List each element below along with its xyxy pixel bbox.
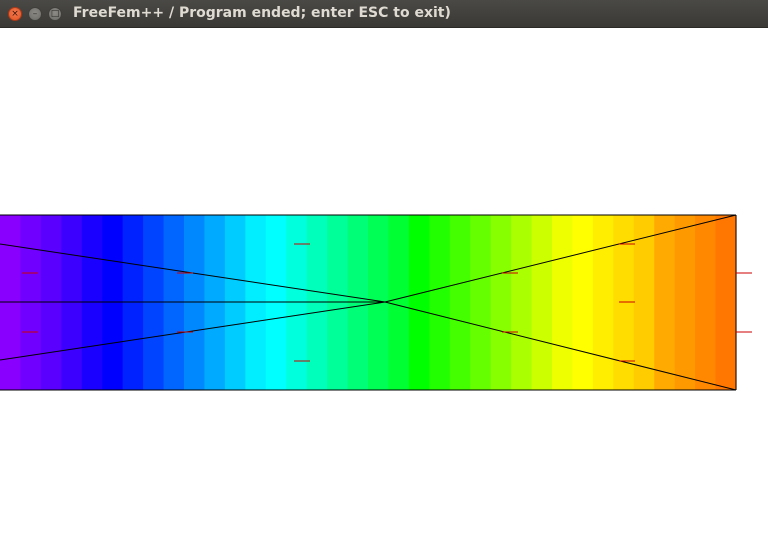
- color-band: [633, 215, 655, 390]
- color-band: [388, 215, 410, 390]
- color-band: [429, 215, 451, 390]
- minimize-glyph: –: [32, 9, 38, 19]
- color-band: [715, 215, 737, 390]
- color-band: [572, 215, 594, 390]
- maximize-icon[interactable]: □: [48, 7, 62, 21]
- close-glyph: ×: [11, 9, 19, 19]
- window-title: FreeFem++ / Program ended; enter ESC to …: [73, 5, 451, 21]
- color-band: [408, 215, 430, 390]
- color-band: [470, 215, 492, 390]
- color-band: [531, 215, 553, 390]
- color-band: [511, 215, 533, 390]
- fem-plot: [0, 214, 752, 391]
- color-band: [592, 215, 614, 390]
- color-band: [449, 215, 471, 390]
- color-band: [490, 215, 512, 390]
- color-band: [674, 215, 696, 390]
- minimize-icon[interactable]: –: [28, 7, 42, 21]
- maximize-glyph: □: [50, 9, 60, 19]
- freefem-window: × – □ FreeFem++ / Program ended; enter E…: [0, 0, 768, 540]
- title-bar[interactable]: × – □ FreeFem++ / Program ended; enter E…: [0, 0, 768, 28]
- plot-canvas[interactable]: [0, 28, 768, 540]
- color-band: [552, 215, 574, 390]
- color-band: [695, 215, 717, 390]
- color-band: [654, 215, 676, 390]
- close-icon[interactable]: ×: [8, 7, 22, 21]
